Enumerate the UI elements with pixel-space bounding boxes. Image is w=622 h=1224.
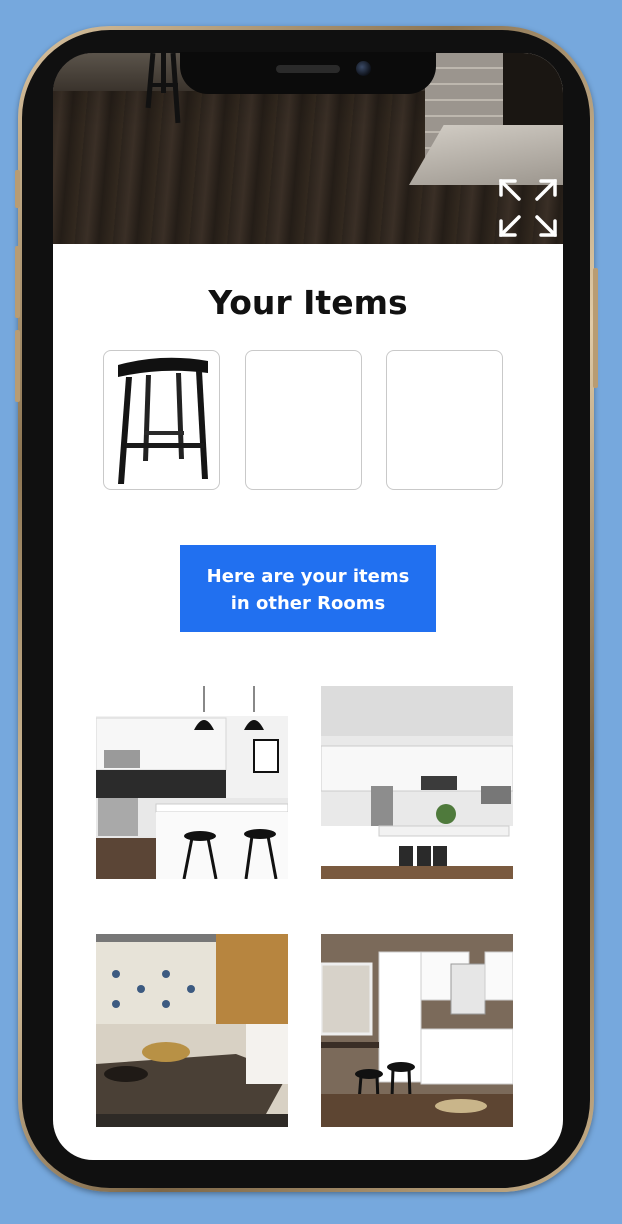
room-thumbnail-4[interactable] [321, 934, 513, 1127]
room-thumbnail-2[interactable] [321, 686, 513, 879]
items-title: Your Items [208, 283, 408, 322]
phone-side-button [15, 170, 20, 208]
phone-volume-up-button [15, 246, 20, 318]
room-thumbnail-3[interactable] [96, 934, 288, 1127]
expand-arrows-icon[interactable] [499, 179, 557, 237]
app-screen: Your Items Here are your items in other … [53, 53, 563, 1160]
phone-volume-down-button [15, 330, 20, 402]
phone-power-button [593, 268, 598, 388]
front-camera [356, 61, 371, 76]
item-slot-2[interactable] [245, 350, 362, 490]
item-slot-1[interactable] [103, 350, 220, 490]
speaker-grille [276, 65, 340, 73]
phone-notch [180, 52, 436, 94]
bar-stool-image [118, 357, 208, 484]
item-slot-3[interactable] [386, 350, 503, 490]
room-thumbnail-1[interactable] [96, 686, 288, 879]
other-rooms-button[interactable]: Here are your items in other Rooms [180, 545, 436, 632]
